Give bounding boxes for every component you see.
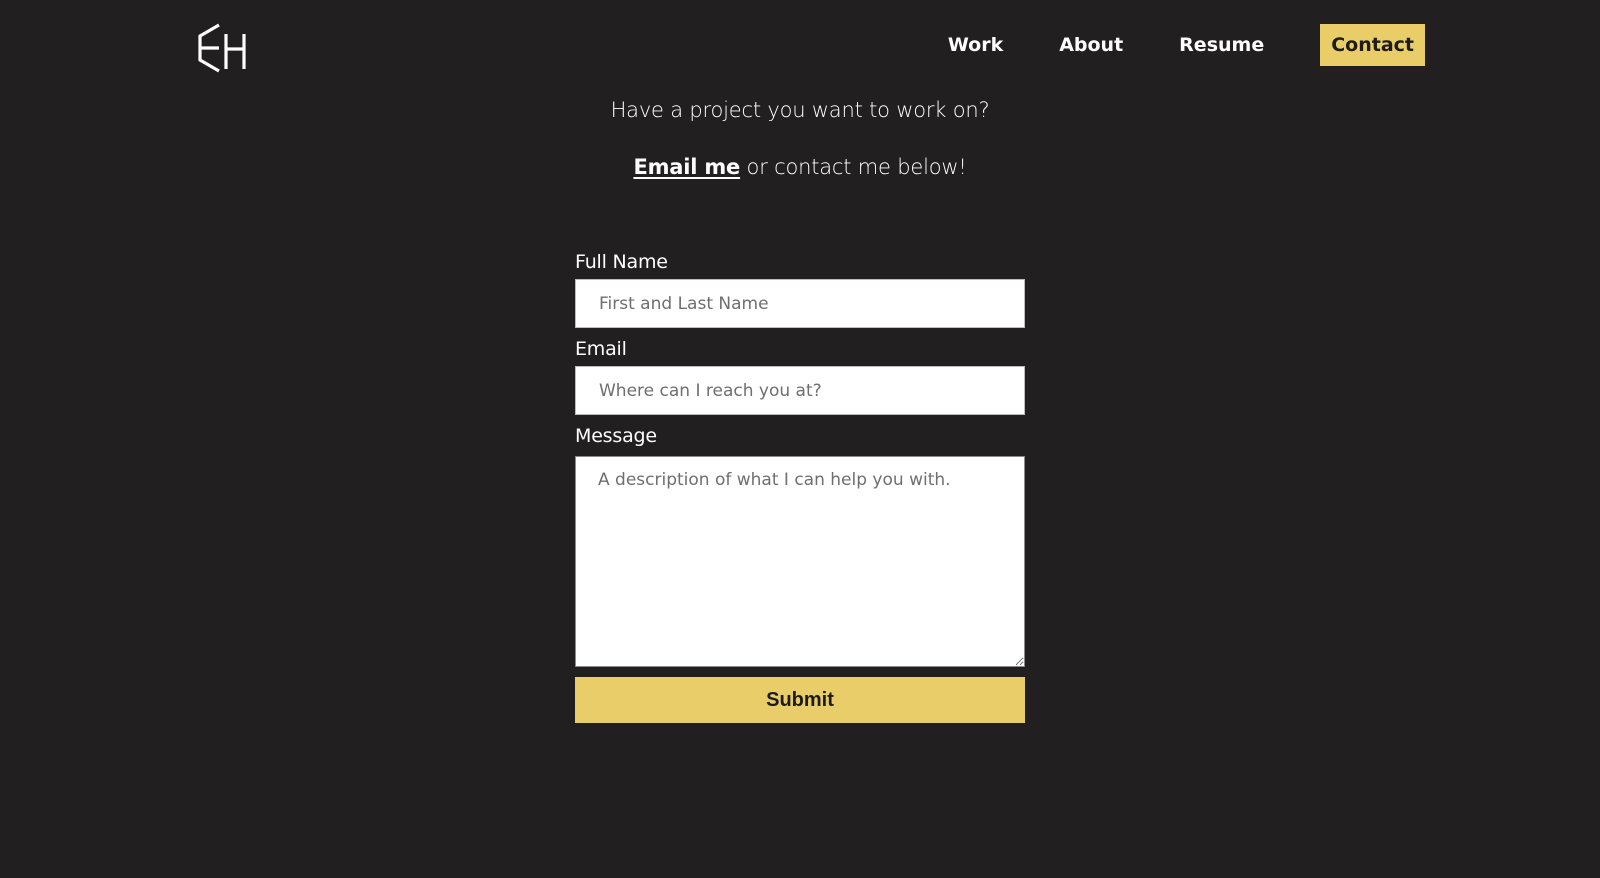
submit-button[interactable]: Submit (575, 677, 1025, 723)
full-name-input[interactable] (575, 279, 1025, 328)
eh-logo[interactable] (197, 23, 247, 73)
full-name-label: Full Name (575, 251, 668, 273)
nav-work-link[interactable]: Work (948, 24, 1003, 66)
email-me-link[interactable]: Email me (633, 155, 740, 179)
nav-about-link[interactable]: About (1059, 24, 1123, 66)
email-label: Email (575, 338, 627, 360)
message-textarea[interactable] (575, 456, 1025, 667)
nav-resume-link[interactable]: Resume (1179, 24, 1264, 66)
message-label: Message (575, 425, 657, 447)
eh-logo-icon (198, 23, 246, 73)
contact-form: Full Name Email Message Submit (575, 248, 1025, 723)
intro-subtext-rest: or contact me below! (740, 155, 967, 179)
email-input[interactable] (575, 366, 1025, 415)
intro-heading: Have a project you want to work on? (610, 98, 990, 122)
main-nav: Work About Resume Contact (892, 24, 1425, 66)
contact-page: Work About Resume Contact Have a project… (0, 0, 1600, 878)
nav-contact-link[interactable]: Contact (1320, 24, 1425, 66)
intro-subtext: Email me or contact me below! (0, 155, 1600, 179)
